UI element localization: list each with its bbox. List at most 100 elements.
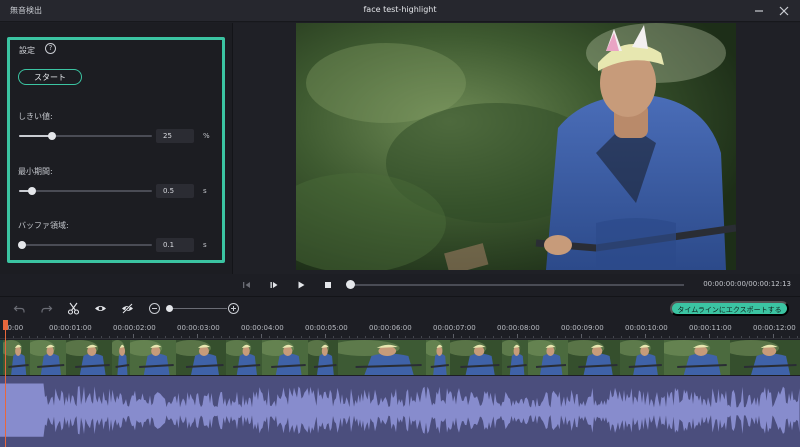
zoom-out-icon[interactable] xyxy=(148,302,161,315)
ruler-tick xyxy=(229,336,230,338)
ruler-tick xyxy=(349,336,350,338)
playhead-marker[interactable] xyxy=(3,320,8,330)
ruler-tick xyxy=(317,336,318,338)
buffer-slider[interactable] xyxy=(17,241,152,249)
audio-track[interactable] xyxy=(0,376,800,447)
ruler-tick xyxy=(573,336,574,338)
help-icon[interactable]: ? xyxy=(45,43,56,54)
ruler-tick xyxy=(485,336,486,338)
ruler-tick xyxy=(277,336,278,338)
ruler-tick xyxy=(757,336,758,338)
ruler-tick xyxy=(421,336,422,338)
threshold-slider-handle[interactable] xyxy=(48,132,57,140)
ruler-tick xyxy=(205,336,206,338)
timeline-toolbar: タイムラインにエクスポートする xyxy=(0,297,800,320)
video-thumbnail xyxy=(620,340,664,375)
timecode: 00:00:00:00/00:00:12:13 xyxy=(703,280,791,288)
close-icon[interactable] xyxy=(776,3,792,19)
ruler-tick xyxy=(93,336,94,338)
export-to-timeline-button[interactable]: タイムラインにエクスポートする xyxy=(670,301,789,316)
ruler-tick xyxy=(109,336,110,338)
start-button[interactable]: スタート xyxy=(18,69,82,85)
ruler-tick xyxy=(141,336,142,338)
video-thumbnail xyxy=(338,340,426,375)
redo-icon[interactable] xyxy=(40,302,53,315)
minimize-icon[interactable] xyxy=(751,3,767,19)
settings-highlight-box: 設定 ? スタート しきい値: 25 % 最小期間: 0.5 s バッファ領域:… xyxy=(7,37,225,263)
undo-icon[interactable] xyxy=(13,302,26,315)
playback-progress-bar[interactable] xyxy=(350,284,684,286)
video-thumbnail xyxy=(30,340,66,375)
preview-area xyxy=(233,23,800,274)
video-thumbnail xyxy=(130,340,176,375)
video-thumbnail xyxy=(176,340,226,375)
ruler-tick xyxy=(509,336,510,338)
next-frame-icon[interactable] xyxy=(268,279,280,291)
ruler-tick xyxy=(741,336,742,338)
ruler-tick xyxy=(781,336,782,338)
zoom-in-icon[interactable] xyxy=(227,302,240,315)
ruler-tick xyxy=(749,336,750,338)
ruler-tick xyxy=(765,336,766,338)
ruler-tick xyxy=(693,336,694,338)
hide-icon[interactable] xyxy=(121,302,134,315)
ruler-tick xyxy=(725,336,726,338)
ruler-tick xyxy=(709,334,710,338)
buffer-slider-handle[interactable] xyxy=(17,241,26,249)
threshold-input[interactable]: 25 xyxy=(156,129,194,143)
video-thumbnail xyxy=(3,340,30,375)
ruler-tick xyxy=(245,336,246,338)
ruler-tick xyxy=(661,336,662,338)
ruler-tick xyxy=(789,336,790,338)
ruler-tick xyxy=(461,336,462,338)
ruler-tick xyxy=(685,336,686,338)
ruler-tick xyxy=(773,334,774,338)
ruler-tick xyxy=(77,336,78,338)
buffer-input[interactable]: 0.1 xyxy=(156,238,194,252)
video-thumbnail xyxy=(450,340,502,375)
ruler-tick xyxy=(541,336,542,338)
ruler-label: 00:00:01:00 xyxy=(49,324,92,332)
ruler-tick xyxy=(613,336,614,338)
ruler-tick xyxy=(381,336,382,338)
ruler-label: 00:00:04:00 xyxy=(241,324,284,332)
ruler-tick xyxy=(261,334,262,338)
ruler-tick xyxy=(429,336,430,338)
ruler-tick xyxy=(549,336,550,338)
video-track[interactable] xyxy=(0,340,800,375)
ruler-tick xyxy=(213,336,214,338)
ruler-tick xyxy=(333,336,334,338)
ruler-tick xyxy=(181,336,182,338)
min-duration-slider[interactable] xyxy=(19,187,152,195)
min-duration-slider-handle[interactable] xyxy=(28,187,37,195)
ruler-tick xyxy=(29,336,30,338)
ruler-label: 00:00:12:00 xyxy=(753,324,796,332)
cut-icon[interactable] xyxy=(67,302,80,315)
settings-panel: 設定 ? スタート しきい値: 25 % 最小期間: 0.5 s バッファ領域:… xyxy=(0,23,232,274)
threshold-slider[interactable] xyxy=(19,132,152,140)
ruler-tick xyxy=(293,336,294,338)
ruler-tick xyxy=(733,336,734,338)
play-icon[interactable] xyxy=(295,279,307,291)
min-duration-input[interactable]: 0.5 xyxy=(156,184,194,198)
zoom-slider[interactable] xyxy=(169,308,227,309)
timeline-ruler[interactable]: 00:00 00:00:01:00 00:00:02:00 00:00:03:00 00… xyxy=(0,320,800,339)
ruler-tick xyxy=(437,336,438,338)
min-duration-unit: s xyxy=(203,187,207,195)
ruler-tick xyxy=(365,336,366,338)
show-icon[interactable] xyxy=(94,302,107,315)
ruler-tick xyxy=(133,334,134,338)
ruler-tick xyxy=(157,336,158,338)
ruler-label: 00:00:03:00 xyxy=(177,324,220,332)
playback-progress-handle[interactable] xyxy=(346,280,355,289)
ruler-tick xyxy=(565,336,566,338)
ruler-tick xyxy=(301,336,302,338)
stop-icon[interactable] xyxy=(322,279,334,291)
ruler-tick xyxy=(13,336,14,338)
video-preview xyxy=(296,23,736,270)
audio-waveform xyxy=(0,383,800,437)
ruler-tick xyxy=(341,336,342,338)
previous-frame-icon[interactable] xyxy=(241,279,253,291)
ruler-tick xyxy=(405,336,406,338)
zoom-slider-handle[interactable] xyxy=(166,305,173,312)
